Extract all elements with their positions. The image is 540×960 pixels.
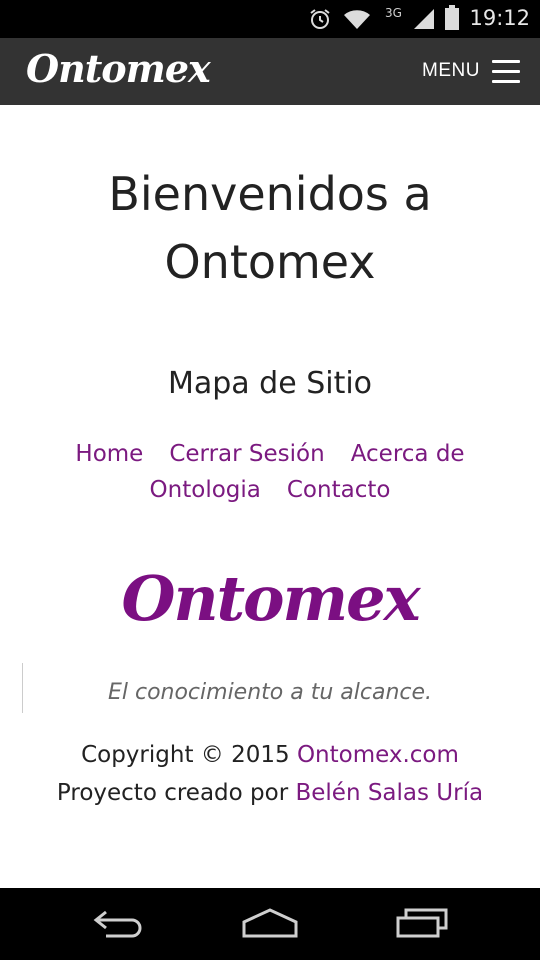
- sitemap-title: Mapa de Sitio: [167, 366, 373, 401]
- system-nav-bar: [0, 888, 540, 960]
- welcome-line-2: Ontomex: [164, 235, 376, 289]
- brand-logo[interactable]: Ontomex: [26, 46, 211, 91]
- status-icons: 3G: [300, 4, 470, 34]
- project-credit: Proyecto creado por Belén Salas Uría: [0, 780, 540, 806]
- signal-icon: [414, 9, 434, 29]
- sitemap-link-logout[interactable]: Cerrar Sesión: [169, 441, 324, 467]
- status-bar: 3G 19:12: [0, 0, 540, 38]
- recents-icon[interactable]: [394, 906, 450, 940]
- home-icon[interactable]: [240, 906, 300, 940]
- footer-logo: Ontomex: [121, 562, 420, 635]
- sitemap-link-ontology[interactable]: Ontologia: [150, 477, 261, 503]
- sitemap-link-home[interactable]: Home: [75, 441, 143, 467]
- copyright: Copyright © 2015 Ontomex.com: [0, 742, 540, 768]
- battery-icon: [445, 5, 459, 30]
- sitemap-links: Home Cerrar Sesión Acerca de Ontologia Cont…: [40, 436, 500, 508]
- top-navbar: Ontomex MENU: [0, 38, 540, 105]
- page-title: Bienvenidos a Ontomex: [0, 160, 540, 296]
- network-type: 3G: [385, 6, 402, 20]
- wifi-icon: [344, 10, 370, 30]
- menu-button[interactable]: MENU: [422, 56, 520, 86]
- back-icon[interactable]: [92, 906, 150, 940]
- welcome-line-1: Bienvenidos a: [108, 167, 432, 221]
- alarm-icon: [310, 9, 330, 29]
- author-link[interactable]: Belén Salas Uría: [295, 780, 483, 806]
- menu-label: MENU: [422, 60, 480, 81]
- clock: 19:12: [469, 6, 530, 30]
- copyright-text: Copyright © 2015: [81, 742, 297, 768]
- hamburger-icon: [492, 60, 520, 83]
- sitemap-link-contact[interactable]: Contacto: [287, 477, 391, 503]
- site-link[interactable]: Ontomex.com: [297, 742, 459, 768]
- project-text: Proyecto creado por: [56, 780, 296, 806]
- sitemap-link-about[interactable]: Acerca de: [351, 441, 465, 467]
- tagline: El conocimiento a tu alcance.: [107, 680, 433, 705]
